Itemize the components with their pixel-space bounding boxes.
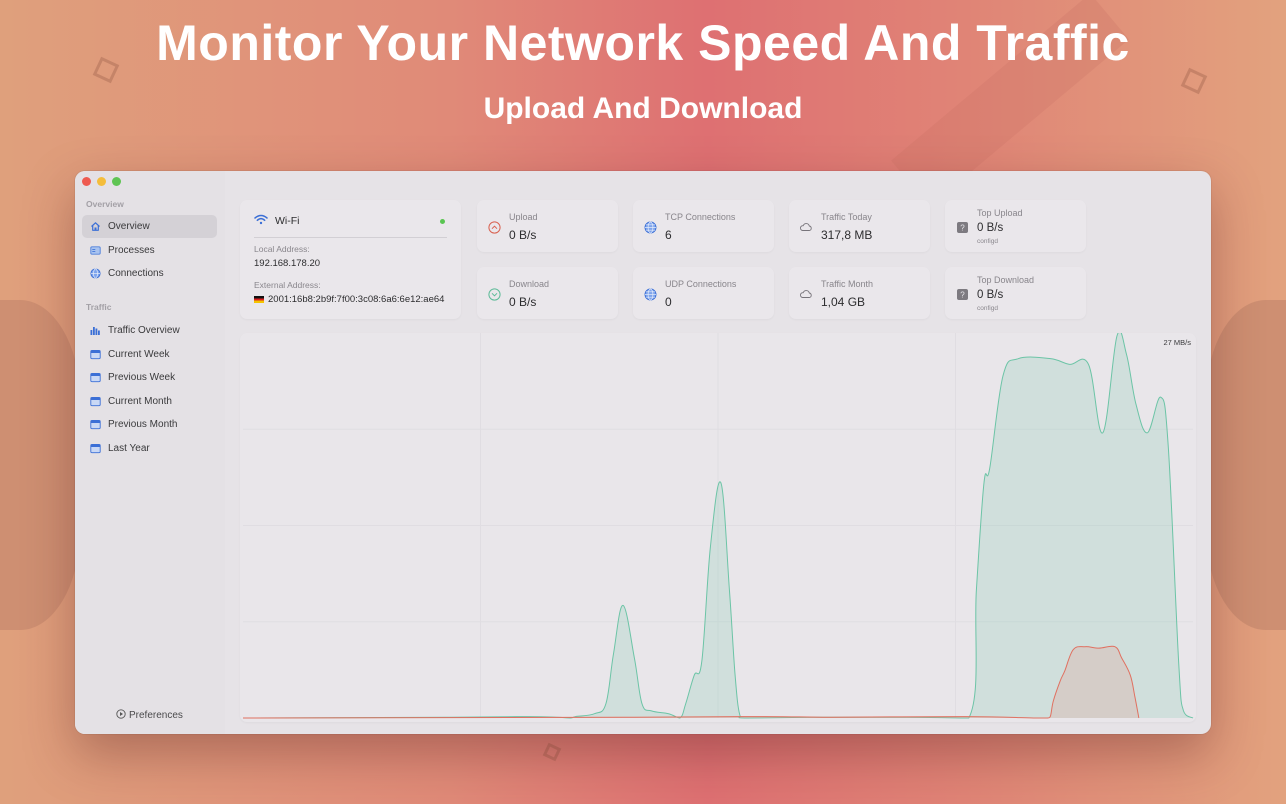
sidebar-item-traffic-overview[interactable]: Traffic Overview bbox=[82, 319, 217, 342]
udp-connections-card: UDP Connections 0 bbox=[633, 267, 774, 319]
traffic-month-label: Traffic Month bbox=[821, 279, 874, 289]
background-decoration bbox=[0, 300, 80, 630]
top-upload-process: configd bbox=[977, 238, 998, 245]
connection-status-dot bbox=[440, 219, 445, 224]
top-download-process: configd bbox=[977, 305, 998, 312]
processes-icon bbox=[90, 245, 101, 256]
calendar-icon bbox=[90, 419, 101, 430]
traffic-today-value: 317,8 MB bbox=[821, 228, 873, 242]
sidebar-item-label: Current Week bbox=[108, 349, 170, 360]
globe-icon bbox=[90, 268, 101, 279]
sidebar-item-label: Connections bbox=[108, 268, 164, 279]
top-upload-label: Top Upload bbox=[977, 208, 1023, 218]
upload-card: Upload 0 B/s bbox=[477, 200, 618, 252]
calendar-icon bbox=[90, 372, 101, 383]
sidebar-item-label: Current Month bbox=[108, 396, 172, 407]
upload-value: 0 B/s bbox=[509, 228, 537, 242]
upload-arrow-icon bbox=[487, 220, 501, 234]
play-circle-icon bbox=[116, 709, 126, 722]
top-download-label: Top Download bbox=[977, 275, 1035, 285]
sidebar-item-label: Processes bbox=[108, 245, 155, 256]
sidebar-item-overview[interactable]: Overview bbox=[82, 215, 217, 238]
unknown-app-icon: ? bbox=[955, 220, 969, 234]
divider bbox=[254, 237, 447, 238]
wifi-icon bbox=[254, 214, 268, 228]
traffic-month-value: 1,04 GB bbox=[821, 295, 866, 309]
globe-icon bbox=[643, 287, 657, 301]
sidebar-section-overview: Overview bbox=[86, 199, 124, 209]
hero-title: Monitor Your Network Speed And Traffic bbox=[156, 15, 1130, 71]
wifi-name: Wi-Fi bbox=[275, 215, 300, 227]
zoom-window-button[interactable] bbox=[112, 177, 121, 186]
sidebar-item-label: Previous Month bbox=[108, 419, 178, 430]
close-window-button[interactable] bbox=[82, 177, 91, 186]
preferences-button[interactable]: Preferences bbox=[116, 709, 183, 722]
download-card: Download 0 B/s bbox=[477, 267, 618, 319]
udp-label: UDP Connections bbox=[665, 279, 737, 289]
local-address-value: 192.168.178.20 bbox=[254, 258, 321, 269]
traffic-chart-svg bbox=[242, 333, 1194, 719]
traffic-month-card: Traffic Month 1,04 GB bbox=[789, 267, 930, 319]
top-upload-value: 0 B/s bbox=[977, 222, 1004, 234]
sidebar-item-processes[interactable]: Processes bbox=[82, 239, 217, 262]
sidebar-item-last-year[interactable]: Last Year bbox=[82, 437, 217, 460]
external-address-label: External Address: bbox=[254, 280, 321, 290]
sidebar-item-label: Overview bbox=[108, 221, 150, 232]
germany-flag-icon bbox=[254, 296, 264, 303]
sidebar-item-current-month[interactable]: Current Month bbox=[82, 390, 217, 413]
unknown-app-icon: ? bbox=[955, 287, 969, 301]
traffic-today-label: Traffic Today bbox=[821, 212, 872, 222]
calendar-icon bbox=[90, 396, 101, 407]
sidebar-item-current-week[interactable]: Current Week bbox=[82, 343, 217, 366]
download-arrow-icon bbox=[487, 287, 501, 301]
background-decoration bbox=[542, 742, 562, 762]
house-icon bbox=[90, 221, 101, 232]
hero-subtitle: Upload And Download bbox=[483, 92, 803, 125]
svg-text:?: ? bbox=[960, 290, 965, 299]
cloud-icon bbox=[799, 220, 813, 234]
download-label: Download bbox=[509, 279, 550, 289]
tcp-connections-card: TCP Connections 6 bbox=[633, 200, 774, 252]
udp-value: 0 bbox=[665, 295, 672, 309]
traffic-today-card: Traffic Today 317,8 MB bbox=[789, 200, 930, 252]
sidebar-item-label: Last Year bbox=[108, 443, 150, 454]
top-download-card: ? Top Download 0 B/s configd bbox=[945, 267, 1086, 319]
wifi-card: Wi-Fi Local Address: 192.168.178.20 Exte… bbox=[240, 200, 461, 319]
sidebar-section-traffic: Traffic bbox=[86, 302, 112, 312]
upload-label: Upload bbox=[509, 212, 538, 222]
external-address-value: 2001:16b8:2b9f:7f00:3c08:6a6:6e12:ae64 bbox=[268, 294, 445, 305]
background-decoration bbox=[1206, 300, 1286, 630]
preferences-label: Preferences bbox=[129, 710, 183, 721]
tcp-value: 6 bbox=[665, 228, 672, 242]
download-value: 0 B/s bbox=[509, 295, 537, 309]
window-controls bbox=[82, 177, 121, 186]
tcp-label: TCP Connections bbox=[665, 212, 736, 222]
local-address-label: Local Address: bbox=[254, 244, 310, 254]
app-window: Overview Overview Processes Connections … bbox=[75, 171, 1211, 734]
minimize-window-button[interactable] bbox=[97, 177, 106, 186]
y-max-label: 27 MB/s bbox=[1163, 338, 1191, 347]
calendar-icon bbox=[90, 349, 101, 360]
sidebar-item-label: Traffic Overview bbox=[108, 325, 180, 336]
globe-icon bbox=[643, 220, 657, 234]
sidebar-item-connections[interactable]: Connections bbox=[82, 262, 217, 285]
bar-chart-icon bbox=[90, 325, 101, 336]
sidebar-item-previous-week[interactable]: Previous Week bbox=[82, 366, 217, 389]
sidebar: Overview Overview Processes Connections … bbox=[75, 171, 225, 734]
cloud-icon bbox=[799, 287, 813, 301]
external-address-row: 2001:16b8:2b9f:7f00:3c08:6a6:6e12:ae64 bbox=[254, 294, 444, 305]
sidebar-item-previous-month[interactable]: Previous Month bbox=[82, 413, 217, 436]
traffic-chart: 27 MB/s bbox=[240, 333, 1196, 722]
top-download-value: 0 B/s bbox=[977, 289, 1004, 301]
sidebar-item-label: Previous Week bbox=[108, 372, 176, 383]
top-upload-card: ? Top Upload 0 B/s configd bbox=[945, 200, 1086, 252]
calendar-icon bbox=[90, 443, 101, 454]
svg-text:?: ? bbox=[960, 223, 965, 232]
